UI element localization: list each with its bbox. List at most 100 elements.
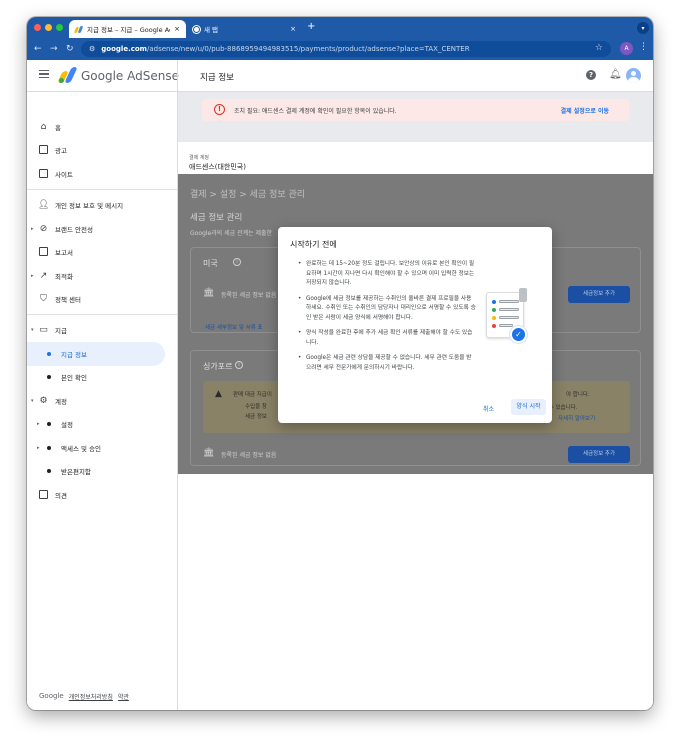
- tab-search-chevron-icon[interactable]: ▾: [637, 22, 649, 34]
- warning-bullet: 수입을 창: [245, 404, 267, 410]
- sidebar-item-label: 본인 확인: [61, 374, 87, 382]
- profile-avatar[interactable]: A: [620, 42, 633, 55]
- brand-name[interactable]: Google AdSense: [81, 69, 179, 83]
- dialog-title: 시작하기 전에: [290, 240, 337, 249]
- sidebar-item-account[interactable]: ▾ ⚙ 계정: [27, 389, 167, 413]
- privacy-policy-link[interactable]: 개인정보처리방침: [69, 692, 113, 701]
- ads-icon: [38, 144, 49, 156]
- browser-menu-icon[interactable]: ⋮: [639, 42, 648, 52]
- adsense-logo[interactable]: [57, 67, 78, 83]
- bullet-dot-icon: [47, 446, 51, 450]
- expand-caret-icon[interactable]: ▸: [37, 445, 40, 451]
- action-required-banner: ! 조치 필요: 애드센스 결제 계정에 확인이 필요한 항목이 있습니다. 결…: [202, 99, 629, 121]
- tab-title: 지급 정보 – 지급 – Google AdSense: [87, 26, 170, 34]
- cancel-button[interactable]: 취소: [483, 404, 494, 413]
- expand-caret-icon[interactable]: ▸: [37, 421, 40, 427]
- warning-text: 판매 대금 지급이: [233, 392, 272, 398]
- section-description: Google과의 세금 관계는 제출한: [190, 230, 273, 237]
- expand-caret-icon[interactable]: ▸: [31, 273, 34, 279]
- sidebar-item-payment-info[interactable]: 지급 정보: [27, 342, 165, 366]
- adsense-favicon-icon: [75, 26, 83, 33]
- sites-icon: [38, 168, 49, 180]
- notifications-bell-icon[interactable]: 🔔︎: [609, 69, 622, 80]
- main-content: ! 조치 필요: 애드센스 결제 계정에 확인이 필요한 항목이 있습니다. 결…: [178, 92, 653, 710]
- url-path: /adsense/new/u/0/pub-8868959494983515/pa…: [146, 45, 470, 53]
- sidebar-item-feedback[interactable]: 의견: [27, 483, 167, 507]
- tab-close-icon[interactable]: ×: [290, 25, 296, 33]
- sidebar-item-label: 설정: [61, 421, 73, 429]
- sidebar-item-label: 광고: [55, 147, 67, 155]
- sidebar-item-payments[interactable]: ▾ ▭ 지급: [27, 318, 167, 342]
- sidebar-item-home[interactable]: ⌂ 홈: [27, 115, 167, 139]
- tax-details-link[interactable]: 세금 세부정보 및 서류 표: [205, 323, 263, 331]
- banner-message: 조치 필요: 애드센스 결제 계정에 확인이 필요한 항목이 있습니다.: [234, 107, 397, 115]
- list-item: 양식 작성을 완료한 후에 추가 세금 확인 서류를 제출해야 할 수도 있습니…: [298, 329, 476, 348]
- tab-adsense[interactable]: 지급 정보 – 지급 – Google AdSense ×: [69, 20, 186, 38]
- dialog-bullet-list: 완료하는 데 15~20분 정도 걸립니다. 보안상의 이유로 본인 확인이 필…: [298, 260, 476, 379]
- document-scroll-icon: [519, 288, 527, 302]
- start-form-button[interactable]: 양식 시작: [511, 399, 546, 415]
- sidebar-item-inbox[interactable]: 받은편지함: [27, 459, 167, 483]
- minimize-window-button[interactable]: [45, 24, 52, 31]
- add-tax-info-button[interactable]: 세금정보 추가: [568, 446, 630, 463]
- sidebar-item-sites[interactable]: 사이트: [27, 162, 167, 186]
- url-host: google.com: [101, 45, 147, 53]
- sidebar-item-optimization[interactable]: ▸ ↗ 최적화: [27, 264, 167, 288]
- sidebar-item-label: 받은편지함: [61, 468, 91, 476]
- help-icon[interactable]: ?: [586, 70, 596, 80]
- app-header: Google AdSense 지급 정보 ? 🔔︎: [27, 60, 653, 92]
- address-bar[interactable]: ⚙ google.com/adsense/new/u/0/pub-8868959…: [81, 41, 611, 57]
- reload-icon[interactable]: ↻: [66, 43, 74, 55]
- learn-more-link[interactable]: 자세히 알아보기: [558, 414, 595, 422]
- account-avatar[interactable]: [626, 68, 641, 83]
- sidebar-item-brand-safety[interactable]: ▸ ⊘ 브랜드 안전성: [27, 217, 167, 241]
- info-icon[interactable]: i: [233, 258, 241, 266]
- browser-window: 지급 정보 – 지급 – Google AdSense × 새 탭 × + ▾ …: [27, 17, 653, 710]
- sidebar-item-access-authorization[interactable]: ▸ 액세스 및 승인: [27, 436, 167, 460]
- empty-tax-info-text: 등록된 세금 정보 없음: [221, 452, 277, 459]
- payment-account-value: 애드센스(대한민국): [189, 163, 246, 171]
- nav-divider: [27, 314, 177, 315]
- maximize-window-button[interactable]: [56, 24, 63, 31]
- main-menu-icon[interactable]: [39, 70, 49, 78]
- close-window-button[interactable]: [34, 24, 41, 31]
- sidebar-item-reports[interactable]: 보고서: [27, 240, 167, 264]
- new-tab-button[interactable]: +: [307, 22, 315, 32]
- sidebar-item-ads[interactable]: 광고: [27, 138, 167, 162]
- site-info-icon[interactable]: ⚙: [89, 45, 95, 53]
- chrome-favicon-icon: [193, 25, 200, 33]
- sidebar-item-settings[interactable]: ▸ 설정: [27, 412, 167, 436]
- empty-tax-info-text: 등록된 세금 정보 없음: [221, 292, 277, 299]
- add-tax-info-button[interactable]: 세금정보 추가: [568, 286, 630, 303]
- google-footer-logo: Google: [39, 692, 64, 700]
- tab-strip: 지급 정보 – 지급 – Google AdSense × 새 탭 × + ▾: [27, 17, 653, 38]
- expand-caret-icon[interactable]: ▸: [31, 226, 34, 232]
- sidebar-nav: ⌂ 홈 광고 사이트 👤︎ 개인 정보 보호 및 메시지 ▸ ⊘ 브랜드 안전성…: [27, 92, 178, 710]
- collapse-caret-icon[interactable]: ▾: [31, 327, 34, 333]
- sidebar-item-privacy[interactable]: 👤︎ 개인 정보 보호 및 메시지: [27, 193, 167, 217]
- card-title: 싱가포르: [203, 362, 233, 371]
- sidebar-item-label: 정책 센터: [55, 296, 81, 304]
- sidebar-item-label: 의견: [55, 492, 67, 500]
- bullet-dot-icon: [47, 375, 51, 379]
- forward-arrow-icon[interactable]: →: [50, 43, 58, 55]
- terms-link[interactable]: 약관: [118, 692, 129, 701]
- sidebar-item-label: 최적화: [55, 273, 73, 281]
- tab-close-icon[interactable]: ×: [174, 25, 180, 33]
- sidebar-item-label: 브랜드 안전성: [55, 226, 93, 234]
- warning-text-end: 야 합니다.: [566, 392, 590, 398]
- list-item: 완료하는 데 15~20분 정도 걸립니다. 보안상의 이유로 본인 확인이 필…: [298, 260, 476, 289]
- info-icon[interactable]: i: [235, 361, 243, 369]
- trending-icon: ↗: [39, 270, 48, 281]
- sidebar-item-policy-center[interactable]: ⛉ 정책 센터: [27, 287, 167, 311]
- sidebar-item-identity-verification[interactable]: 본인 확인: [27, 365, 167, 389]
- before-you-start-dialog: 시작하기 전에 완료하는 데 15~20분 정도 걸립니다. 보안상의 이유로 …: [278, 227, 552, 423]
- go-to-payment-settings-link[interactable]: 결제 설정으로 이동: [561, 106, 609, 115]
- header-divider: [177, 60, 178, 91]
- bookmark-star-icon[interactable]: ☆: [595, 43, 603, 53]
- collapse-caret-icon[interactable]: ▾: [31, 398, 34, 404]
- list-item: Google은 세금 관련 상담을 제공할 수 없습니다. 세무 관련 도움을 …: [298, 354, 476, 373]
- sidebar-item-label: 액세스 및 승인: [61, 445, 102, 453]
- back-arrow-icon[interactable]: ←: [34, 43, 42, 55]
- tab-new-tab[interactable]: 새 탭 ×: [187, 20, 302, 38]
